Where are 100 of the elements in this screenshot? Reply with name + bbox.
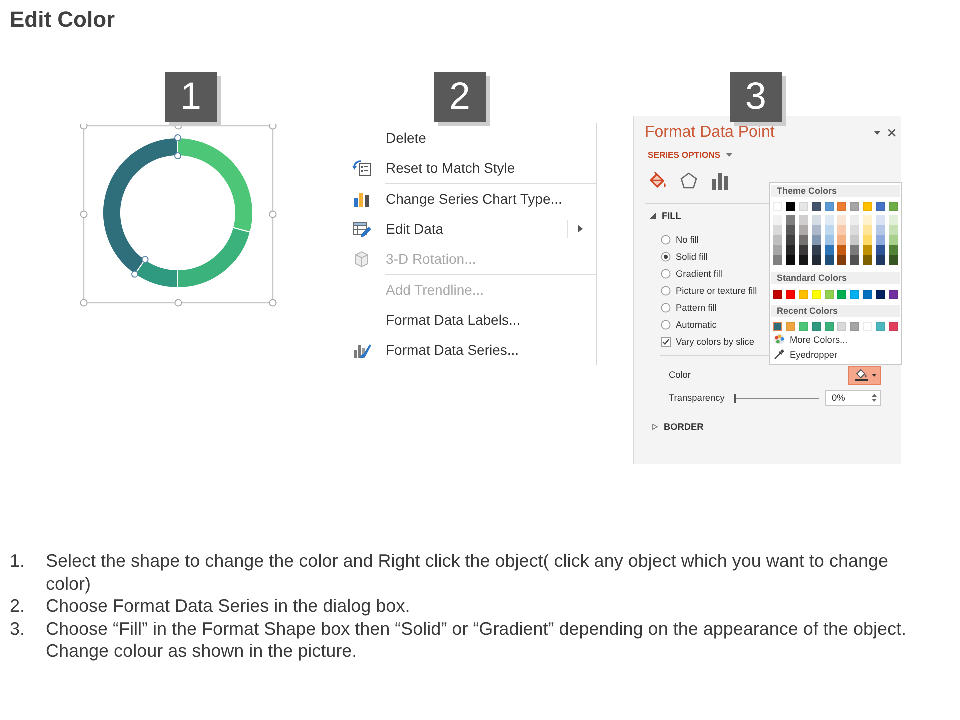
color-swatch[interactable] bbox=[863, 215, 872, 225]
color-swatch[interactable] bbox=[773, 290, 782, 299]
radio-option[interactable]: Picture or texture fill bbox=[661, 282, 758, 299]
color-swatch[interactable] bbox=[812, 322, 821, 331]
color-swatch[interactable] bbox=[876, 215, 885, 225]
color-swatch[interactable] bbox=[812, 235, 821, 245]
radio-option[interactable]: Gradient fill bbox=[661, 265, 722, 282]
donut-slice[interactable] bbox=[102, 138, 178, 275]
more-colors-item[interactable]: More Colors... bbox=[770, 332, 901, 347]
color-swatch[interactable] bbox=[812, 290, 821, 299]
color-swatch[interactable] bbox=[837, 215, 846, 225]
menu-item[interactable]: Reset to Match Style bbox=[345, 153, 596, 183]
color-swatch[interactable] bbox=[824, 225, 834, 235]
color-swatch[interactable] bbox=[824, 255, 834, 265]
color-swatch[interactable] bbox=[824, 202, 834, 211]
color-swatch[interactable] bbox=[888, 225, 898, 235]
color-swatch[interactable] bbox=[837, 235, 846, 245]
color-swatch[interactable] bbox=[786, 322, 795, 331]
color-swatch[interactable] bbox=[786, 225, 795, 235]
color-swatch[interactable] bbox=[798, 202, 808, 211]
color-swatch[interactable] bbox=[812, 255, 821, 265]
color-swatch[interactable] bbox=[798, 225, 808, 235]
color-swatch[interactable] bbox=[837, 245, 846, 255]
color-swatch[interactable] bbox=[824, 290, 834, 299]
color-swatch[interactable] bbox=[812, 225, 821, 235]
color-swatch[interactable] bbox=[888, 255, 898, 265]
color-swatch[interactable] bbox=[888, 235, 898, 245]
menu-item[interactable]: Change Series Chart Type... bbox=[345, 184, 596, 214]
donut-slice[interactable] bbox=[178, 227, 251, 288]
color-swatch[interactable] bbox=[863, 235, 872, 245]
color-swatch[interactable] bbox=[876, 225, 885, 235]
color-swatch[interactable] bbox=[876, 322, 885, 331]
color-swatch[interactable] bbox=[798, 290, 808, 299]
series-options-dropdown[interactable]: SERIES OPTIONS bbox=[648, 150, 733, 160]
color-swatch[interactable] bbox=[798, 235, 808, 245]
color-swatch[interactable] bbox=[850, 235, 860, 245]
color-swatch[interactable] bbox=[876, 245, 885, 255]
color-swatch[interactable] bbox=[863, 225, 872, 235]
color-swatch[interactable] bbox=[876, 235, 885, 245]
color-swatch[interactable] bbox=[812, 215, 821, 225]
color-swatch[interactable] bbox=[850, 255, 860, 265]
color-swatch[interactable] bbox=[850, 225, 860, 235]
selection-frame[interactable] bbox=[80, 124, 277, 307]
pane-tab[interactable] bbox=[647, 171, 669, 191]
color-swatch[interactable] bbox=[888, 290, 898, 299]
selection-handle[interactable] bbox=[174, 152, 182, 160]
color-swatch[interactable] bbox=[850, 322, 860, 331]
color-swatch[interactable] bbox=[773, 215, 782, 225]
menu-item[interactable]: Format Data Series... bbox=[345, 335, 596, 365]
pane-tab[interactable] bbox=[678, 171, 700, 191]
spin-field[interactable]: 0% bbox=[825, 390, 881, 406]
color-swatch[interactable] bbox=[773, 322, 782, 331]
color-swatch[interactable] bbox=[837, 202, 846, 211]
menu-item[interactable]: Format Data Labels... bbox=[345, 305, 596, 335]
pane-tab[interactable] bbox=[709, 171, 731, 191]
checkbox-option[interactable]: Vary colors by slice bbox=[661, 333, 754, 350]
section-header[interactable]: BORDER bbox=[652, 421, 704, 433]
color-swatch[interactable] bbox=[850, 202, 860, 211]
menu-item[interactable]: Delete bbox=[345, 123, 596, 153]
color-swatch[interactable] bbox=[876, 202, 885, 211]
color-swatch[interactable] bbox=[798, 255, 808, 265]
caret-down-icon[interactable] bbox=[874, 131, 881, 135]
radio-option[interactable]: Automatic bbox=[661, 316, 717, 333]
color-swatch[interactable] bbox=[786, 235, 795, 245]
color-swatch[interactable] bbox=[773, 255, 782, 265]
color-swatch[interactable] bbox=[786, 290, 795, 299]
color-swatch[interactable] bbox=[786, 202, 795, 211]
color-swatch[interactable] bbox=[786, 245, 795, 255]
color-swatch[interactable] bbox=[837, 322, 846, 331]
radio-option[interactable]: Pattern fill bbox=[661, 299, 717, 316]
section-header[interactable]: FILL bbox=[650, 210, 682, 222]
menu-item[interactable]: Edit Data bbox=[345, 214, 596, 244]
color-swatch[interactable] bbox=[850, 215, 860, 225]
color-swatch[interactable] bbox=[837, 290, 846, 299]
color-swatch[interactable] bbox=[812, 245, 821, 255]
radio-option[interactable]: No fill bbox=[661, 231, 699, 248]
close-icon[interactable] bbox=[888, 129, 896, 137]
color-swatch[interactable] bbox=[850, 245, 860, 255]
radio-option[interactable]: Solid fill bbox=[661, 248, 708, 265]
eyedropper-item[interactable]: Eyedropper bbox=[770, 347, 901, 362]
color-swatch[interactable] bbox=[773, 235, 782, 245]
color-swatch[interactable] bbox=[863, 202, 872, 211]
color-swatch[interactable] bbox=[798, 215, 808, 225]
color-swatch[interactable] bbox=[863, 290, 872, 299]
color-swatch[interactable] bbox=[888, 245, 898, 255]
color-swatch[interactable] bbox=[863, 255, 872, 265]
color-swatch[interactable] bbox=[824, 215, 834, 225]
selection-handle[interactable] bbox=[174, 134, 182, 142]
color-swatch[interactable] bbox=[773, 245, 782, 255]
color-swatch[interactable] bbox=[876, 290, 885, 299]
color-swatch[interactable] bbox=[786, 255, 795, 265]
color-swatch[interactable] bbox=[837, 225, 846, 235]
color-swatch[interactable] bbox=[876, 255, 885, 265]
color-button[interactable] bbox=[848, 366, 881, 384]
color-swatch[interactable] bbox=[786, 215, 795, 225]
color-swatch[interactable] bbox=[863, 245, 872, 255]
color-swatch[interactable] bbox=[850, 290, 860, 299]
color-swatch[interactable] bbox=[888, 202, 898, 211]
color-swatch[interactable] bbox=[837, 255, 846, 265]
color-swatch[interactable] bbox=[824, 322, 834, 331]
